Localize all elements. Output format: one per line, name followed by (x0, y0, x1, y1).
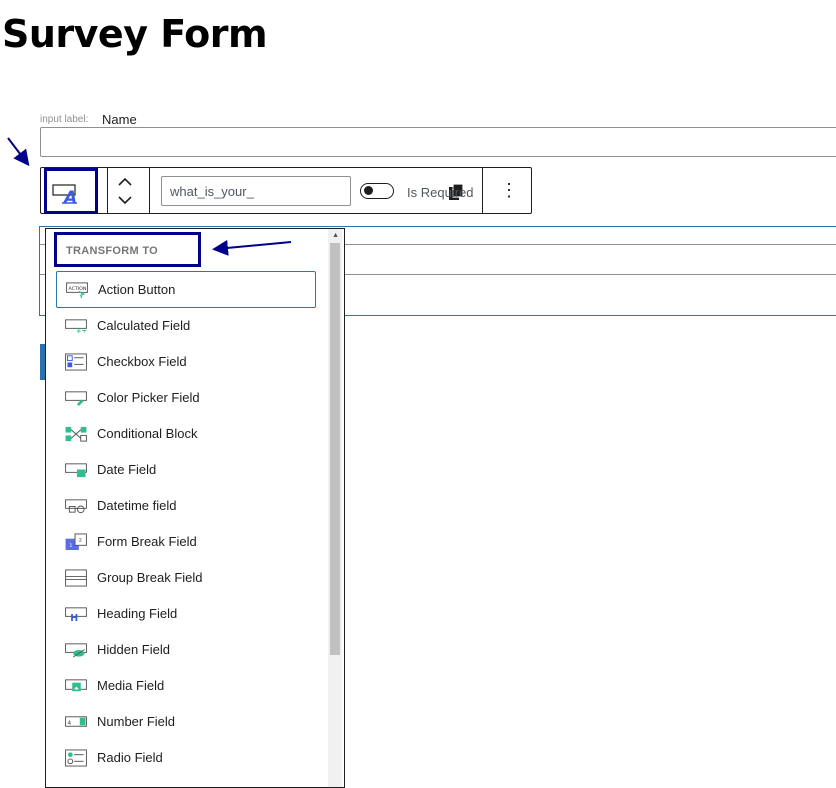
svg-text:+÷: +÷ (76, 327, 87, 335)
menu-item-label: Hidden Field (97, 642, 170, 657)
menu-item-label: Number Field (97, 714, 176, 729)
menu-item-number-field[interactable]: 4 Number Field (56, 703, 316, 740)
scrollbar-thumb[interactable] (330, 243, 340, 655)
toggle-knob (364, 186, 373, 195)
menu-item-label: Calculated Field (97, 318, 191, 333)
menu-item-hidden-field[interactable]: Hidden Field (56, 631, 316, 668)
scroll-up-arrow-icon[interactable]: ▲ (332, 232, 339, 239)
menu-item-group-break-field[interactable]: Group Break Field (56, 559, 316, 596)
menu-item-conditional-block[interactable]: Conditional Block (56, 415, 316, 452)
input-label-caption: input label: (40, 114, 89, 125)
toolbar-divider (482, 168, 483, 213)
annotation-highlight-box (54, 232, 201, 267)
annotation-arrow (7, 137, 30, 167)
menu-item-label: Action Button (98, 282, 176, 297)
annotation-highlight-box (44, 168, 98, 214)
more-options-icon[interactable]: ⋮ (499, 178, 519, 202)
svg-text:4: 4 (67, 720, 71, 726)
svg-text:1: 1 (69, 543, 72, 549)
menu-item-label: Radio Field (97, 750, 163, 765)
is-required-toggle[interactable] (360, 183, 394, 199)
menu-item-calculated-field[interactable]: +÷ Calculated Field (56, 307, 316, 344)
menu-item-date-field[interactable]: Date Field (56, 451, 316, 488)
menu-item-label: Date Field (97, 462, 157, 477)
menu-item-action-button[interactable]: ACTION Action Button (56, 271, 316, 308)
date-field-icon (65, 462, 87, 477)
svg-text:2: 2 (79, 537, 82, 543)
menu-item-radio-field[interactable]: Radio Field (56, 739, 316, 776)
menu-item-label: Group Break Field (97, 570, 203, 585)
input-label-value[interactable]: Name (102, 112, 137, 127)
menu-item-label: Heading Field (97, 606, 178, 621)
menu-item-label: Checkbox Field (97, 354, 187, 369)
media-field-icon (65, 678, 87, 691)
group-break-field-icon (65, 568, 87, 587)
menu-item-color-picker-field[interactable]: Color Picker Field (56, 379, 316, 416)
datetime-field-icon (65, 498, 87, 513)
form-break-field-icon: 12 (65, 532, 87, 550)
menu-item-datetime-field[interactable]: Datetime field (56, 487, 316, 524)
calculated-field-icon: +÷ (65, 318, 87, 335)
conditional-block-icon (65, 426, 87, 442)
menu-item-label: Media Field (97, 678, 165, 693)
svg-text:ACTION: ACTION (68, 286, 86, 292)
page-title: Survey Form (2, 12, 268, 56)
menu-item-label: Form Break Field (97, 534, 197, 549)
menu-item-label: Datetime field (97, 498, 177, 513)
hidden-field-icon (65, 642, 87, 657)
action-button-icon: ACTION (66, 281, 88, 298)
field-name-input[interactable]: what_is_your_ (161, 176, 464, 206)
svg-text:H: H (70, 613, 78, 623)
number-field-icon: 4 (65, 715, 87, 727)
radio-field-icon (65, 748, 87, 767)
checkbox-field-icon (65, 352, 87, 371)
heading-field-icon: H (65, 606, 87, 623)
move-block-controls[interactable] (115, 176, 135, 208)
chevron-up-down-icon[interactable] (115, 176, 135, 208)
field-name-value: what_is_your_ (170, 184, 254, 199)
is-required-label: Is Required (407, 185, 474, 200)
transform-to-dropdown: TRANSFORM TO ▲ ACTION Action Button +÷ Calc… (45, 228, 345, 788)
toolbar-divider (107, 168, 108, 213)
block-toolbar: A ⋮ what_is_your_ Is Required ⋮ (40, 167, 532, 214)
toolbar-divider (149, 168, 150, 213)
name-preview-input[interactable] (40, 127, 836, 157)
menu-item-form-break-field[interactable]: 1 2 Form Break Field (56, 523, 316, 560)
color-picker-field-icon (65, 390, 87, 406)
menu-item-label: Conditional Block (97, 426, 198, 441)
menu-item-heading-field[interactable]: H Heading Field (56, 595, 316, 632)
menu-item-checkbox-field[interactable]: Checkbox Field (56, 343, 316, 380)
menu-item-label: Color Picker Field (97, 390, 200, 405)
menu-item-media-field[interactable]: Media Field (56, 667, 316, 704)
